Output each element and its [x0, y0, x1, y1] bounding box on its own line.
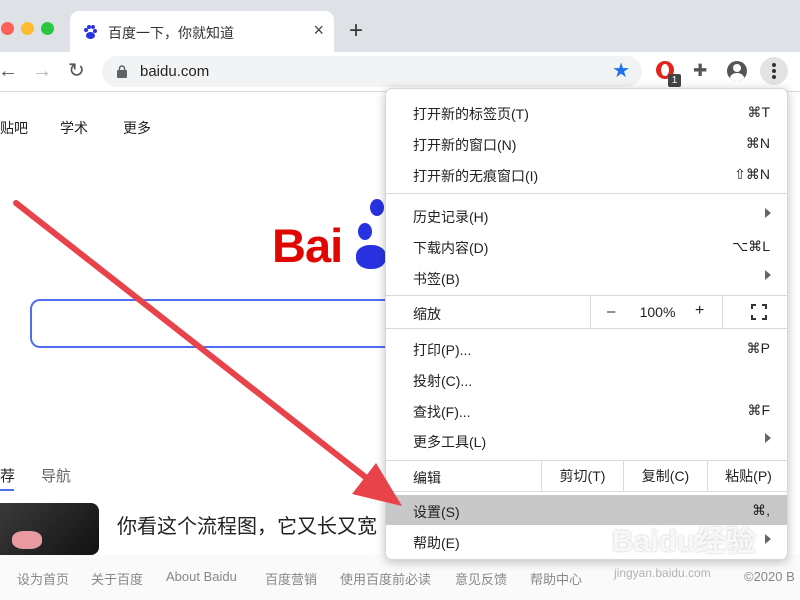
nav-link-xueshu[interactable]: 学术	[60, 118, 88, 138]
forward-icon[interactable]: →	[32, 60, 52, 82]
menu-item-shortcut: ⌘T	[747, 104, 770, 120]
nav-link-more[interactable]: 更多	[123, 118, 151, 138]
zoom-divider	[722, 296, 723, 328]
menu-separator	[386, 193, 787, 194]
zoom-label: 缩放	[413, 306, 441, 322]
baidu-paw-icon	[84, 25, 97, 39]
url-text[interactable]: baidu.com	[140, 63, 209, 80]
menu-item-label: 书签(B)	[413, 271, 460, 287]
baidu-logo-paw	[370, 199, 384, 216]
menu-item-bookmarks[interactable]: 书签(B)	[386, 262, 787, 292]
tab-title: 百度一下，你就知道	[108, 25, 234, 41]
news-thumbnail[interactable]	[0, 503, 99, 555]
tab-baidu[interactable]: 百度一下，你就知道 ×	[70, 11, 334, 52]
tab-navigation[interactable]: 导航	[41, 465, 71, 486]
menu-item-label: 设置(S)	[413, 504, 460, 520]
zoom-controls: – 100% +	[590, 296, 787, 328]
footer-link[interactable]: 设为首页	[17, 569, 69, 588]
menu-item-shortcut: ⌘P	[746, 340, 770, 356]
menu-item-label: 打印(P)...	[413, 342, 472, 358]
news-title[interactable]: 你看这个流程图，它又长又宽	[117, 510, 407, 539]
baidu-logo-paw-2	[358, 223, 372, 240]
menu-item-label: 历史记录(H)	[413, 209, 489, 225]
submenu-arrow-icon	[765, 270, 771, 280]
menu-separator	[386, 328, 787, 329]
watermark-url: jingyan.baidu.com	[614, 566, 711, 580]
reload-icon[interactable]: ↻	[68, 60, 85, 82]
browser-toolbar: ← → ↻ baidu.com ★ 1 ✚	[0, 52, 800, 92]
menu-item-shortcut: ⌥⌘L	[732, 238, 770, 254]
baidu-jingyan-watermark: Baidu经验	[612, 525, 756, 558]
copy-button[interactable]: 复制(C)	[623, 461, 707, 491]
menu-item-label: 下载内容(D)	[413, 240, 489, 256]
menu-item-more-tools[interactable]: 更多工具(L)	[386, 425, 787, 455]
tab-recommend[interactable]: 荐	[0, 465, 15, 486]
menu-item-downloads[interactable]: 下载内容(D) ⌥⌘L	[386, 231, 787, 261]
menu-item-print[interactable]: 打印(P)... ⌘P	[386, 333, 787, 363]
nav-link-tieba[interactable]: 贴吧	[0, 118, 28, 138]
profile-avatar-icon[interactable]	[727, 61, 747, 81]
extension-badge: 1	[668, 74, 681, 87]
bookmark-star-icon[interactable]: ★	[612, 60, 630, 82]
menu-item-cast[interactable]: 投射(C)...	[386, 364, 787, 394]
submenu-arrow-icon	[765, 433, 771, 443]
menu-zoom-row: 缩放 – 100% +	[386, 296, 787, 328]
baidu-logo-paw-3	[356, 245, 386, 269]
menu-item-find[interactable]: 查找(F)... ⌘F	[386, 395, 787, 425]
zoom-in-button[interactable]: +	[695, 302, 704, 320]
footer-link[interactable]: 百度营销	[265, 569, 317, 588]
menu-item-label: 打开新的窗口(N)	[413, 137, 517, 153]
submenu-arrow-icon	[765, 534, 771, 544]
close-window-button[interactable]	[1, 22, 14, 35]
tab-close-icon[interactable]: ×	[313, 20, 324, 41]
menu-item-label: 帮助(E)	[413, 535, 460, 551]
menu-item-shortcut: ⇧⌘N	[734, 166, 770, 182]
chrome-main-menu: 打开新的标签页(T) ⌘T 打开新的窗口(N) ⌘N 打开新的无痕窗口(I) ⇧…	[385, 88, 788, 560]
menu-item-new-window[interactable]: 打开新的窗口(N) ⌘N	[386, 128, 787, 158]
menu-item-label: 打开新的标签页(T)	[413, 106, 529, 122]
menu-separator	[386, 491, 787, 492]
menu-item-label: 更多工具(L)	[413, 434, 487, 450]
lock-icon	[117, 65, 127, 78]
edit-label: 编辑	[413, 470, 441, 486]
back-icon[interactable]: ←	[0, 60, 18, 82]
menu-item-incognito[interactable]: 打开新的无痕窗口(I) ⇧⌘N	[386, 159, 787, 189]
menu-item-label: 查找(F)...	[413, 404, 471, 420]
chrome-menu-button[interactable]	[760, 57, 788, 85]
zoom-value: 100%	[639, 304, 676, 320]
menu-item-shortcut: ⌘F	[747, 402, 770, 418]
menu-edit-row: 编辑 剪切(T) 复制(C) 粘贴(P)	[386, 461, 787, 491]
footer-link[interactable]: 关于百度	[91, 569, 143, 588]
footer-copyright: ©2020 B	[744, 569, 795, 584]
extensions-puzzle-icon[interactable]: ✚	[693, 61, 707, 81]
footer-link[interactable]: 使用百度前必读	[340, 569, 431, 588]
browser-titlebar: 百度一下，你就知道 × +	[0, 0, 800, 52]
search-input[interactable]	[30, 299, 410, 348]
paste-button[interactable]: 粘贴(P)	[707, 461, 787, 491]
menu-item-history[interactable]: 历史记录(H)	[386, 200, 787, 230]
tab-active-underline	[0, 489, 14, 491]
footer-link[interactable]: 帮助中心	[530, 569, 582, 588]
submenu-arrow-icon	[765, 208, 771, 218]
address-bar[interactable]: baidu.com ★	[102, 56, 642, 87]
minimize-window-button[interactable]	[21, 22, 34, 35]
menu-item-new-tab[interactable]: 打开新的标签页(T) ⌘T	[386, 97, 787, 127]
zoom-out-button[interactable]: –	[607, 303, 615, 320]
footer-link[interactable]: About Baidu	[166, 569, 237, 584]
baidu-logo: Bai	[272, 219, 343, 272]
menu-item-label: 打开新的无痕窗口(I)	[413, 168, 539, 184]
maximize-window-button[interactable]	[41, 22, 54, 35]
menu-item-shortcut: ⌘N	[745, 135, 770, 151]
footer-link[interactable]: 意见反馈	[455, 569, 507, 588]
new-tab-button[interactable]: +	[349, 17, 363, 45]
menu-item-label: 投射(C)...	[413, 373, 473, 389]
cut-button[interactable]: 剪切(T)	[541, 461, 623, 491]
fullscreen-icon[interactable]	[751, 304, 767, 320]
